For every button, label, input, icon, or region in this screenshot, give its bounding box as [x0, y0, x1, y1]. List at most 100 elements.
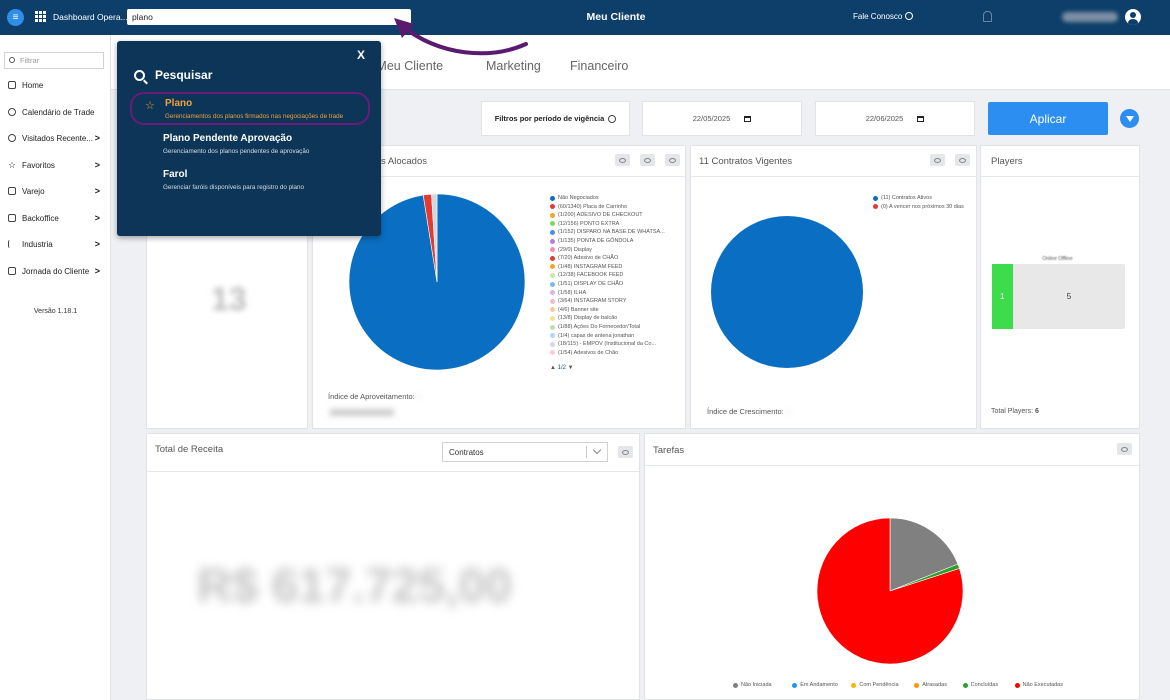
legend-item[interactable]: (60/1340) Placa de Carrinho: [550, 204, 627, 210]
legend-dot: [851, 682, 857, 688]
legend-item[interactable]: (4/6) Banner site: [550, 307, 599, 313]
legend-label: (3/64) INSTAGRAM STORY: [558, 298, 627, 305]
sidebar-item-label: Varejo: [22, 186, 45, 196]
legend-label: (60/1340) Placa de Carrinho: [558, 203, 628, 210]
sidebar: Filtrar Home Calendário de Trade Visitad…: [0, 35, 111, 700]
top-bar: ≡ Dashboard Opera... Meu Cliente Fale Co…: [0, 0, 1170, 35]
star-icon[interactable]: ☆: [145, 99, 155, 112]
legend-item[interactable]: (1/135) PONTA DE GÔNDOLA: [550, 238, 633, 244]
legend-item[interactable]: (1/58) ILHA: [550, 290, 586, 296]
legend-item[interactable]: (1/51) DISPLAY DE CHÃO: [550, 281, 623, 287]
legend-label: (7/20) Adesivo de CHÃO: [558, 255, 619, 262]
clock-icon: [8, 108, 16, 116]
sidebar-item-visitados[interactable]: Visitados Recente... >: [8, 131, 108, 145]
card-total-receita: Total de Receita R$ 617.725,00: [146, 433, 640, 700]
legend-dot: [873, 204, 878, 210]
sidebar-item-favoritos[interactable]: ☆ Favoritos >: [8, 158, 108, 172]
legend-item[interactable]: (11) Contratos Ativos: [873, 195, 932, 201]
sidebar-item-label: Backoffice: [22, 213, 59, 223]
sidebar-item-industria[interactable]: Industria >: [8, 237, 108, 251]
legend-item[interactable]: Atrasadas: [914, 682, 947, 688]
eye-icon[interactable]: [615, 154, 630, 166]
search-result-farol[interactable]: Farol Gerenciar faróis disponíveis para …: [130, 165, 370, 193]
sidebar-item-label: Home: [22, 80, 44, 90]
info-icon[interactable]: [608, 114, 617, 123]
legend-item[interactable]: (7/20) Adesivo de CHÃO: [550, 255, 618, 261]
search-result-plano[interactable]: ☆ Plano Gerenciamentos dos planos firmad…: [130, 92, 370, 125]
legend-dot: [550, 264, 555, 270]
sidebar-item-home[interactable]: Home: [8, 78, 108, 92]
legend-item[interactable]: (29/0) Display: [550, 247, 592, 253]
legend-item[interactable]: (1/88) Ações Do Fornecedor/Total: [550, 324, 640, 330]
legend-pager[interactable]: ▲ 1/2 ▼: [550, 365, 574, 371]
legend-label: Não Executadas: [1022, 682, 1063, 688]
result-title: Plano Pendente Aprovação: [163, 133, 293, 144]
eye-icon[interactable]: [665, 154, 680, 166]
eye-icon[interactable]: [640, 154, 655, 166]
card-title: Total de Receita: [155, 444, 224, 455]
eye-icon[interactable]: [618, 446, 633, 458]
menu-icon[interactable]: ≡: [7, 9, 24, 26]
eye-icon[interactable]: [955, 154, 970, 166]
filter-funnel-icon[interactable]: [1120, 109, 1139, 128]
legend-item[interactable]: (13/8) Display de balcão: [550, 315, 617, 321]
legend-label: (1/152) DISPARO NA BASE DE WHATSA...: [558, 229, 665, 236]
building-icon: [8, 214, 16, 222]
legend-dot: [914, 682, 920, 688]
sidebar-item-label: Calendário de Trade: [22, 107, 95, 117]
annotation-arrow: [394, 18, 528, 56]
divider: [645, 465, 1139, 466]
legend-item[interactable]: (12/38) FACEBOOK FEED: [550, 272, 623, 278]
search-input[interactable]: [127, 9, 411, 25]
legend-item[interactable]: (1/4) capas de antena jonathan: [550, 333, 634, 339]
dashboard-selector[interactable]: Dashboard Opera...: [53, 12, 128, 22]
legend-item[interactable]: (12/156) PONTO EXTRA: [550, 221, 619, 227]
date-start-field[interactable]: 22/05/2025: [642, 101, 802, 136]
legend-item[interactable]: Em Andamento: [792, 682, 838, 688]
legend-item[interactable]: (3/64) INSTAGRAM STORY: [550, 298, 626, 304]
app-title: Meu Cliente: [586, 11, 646, 23]
legend-dot: [792, 682, 798, 688]
contact-label: Fale Conosco: [853, 12, 903, 21]
legend-item[interactable]: (1/200) ADESIVO DE CHECKOUT: [550, 212, 643, 218]
user-avatar-icon[interactable]: [1125, 9, 1141, 25]
close-icon[interactable]: X: [357, 48, 365, 62]
apps-grid-icon[interactable]: [35, 11, 46, 22]
legend-item[interactable]: (1/152) DISPARO NA BASE DE WHATSA...: [550, 229, 665, 235]
receita-select[interactable]: Contratos: [442, 442, 608, 462]
tab-financeiro[interactable]: Financeiro: [570, 59, 628, 73]
sidebar-item-calendario[interactable]: Calendário de Trade: [8, 105, 108, 119]
date-end-field[interactable]: 22/06/2025: [815, 101, 975, 136]
divider: [147, 471, 639, 472]
legend-item[interactable]: Concluídas: [962, 682, 999, 688]
sidebar-filter-input[interactable]: Filtrar: [4, 52, 104, 69]
legend-item[interactable]: Não Iniciada: [733, 682, 772, 688]
chevron-right-icon: >: [94, 160, 100, 170]
apply-button[interactable]: Aplicar: [988, 102, 1108, 135]
legend-item[interactable]: Não Negociados: [550, 195, 599, 201]
select-separator: [586, 446, 587, 458]
legend-label: Em Andamento: [800, 682, 838, 688]
legend-label: Concluídas: [970, 682, 999, 688]
sidebar-item-backoffice[interactable]: Backoffice >: [8, 211, 108, 225]
user-name-blurred: [1062, 12, 1118, 22]
bell-icon[interactable]: [983, 11, 992, 22]
legend-item[interactable]: (1/54) Adesivos de Chão: [550, 350, 618, 356]
legend-item[interactable]: Com Pendência: [851, 682, 899, 688]
search-result-plano-pendente[interactable]: Plano Pendente Aprovação Gerenciamento d…: [130, 129, 370, 157]
legend-item[interactable]: Não Executadas: [1014, 682, 1063, 688]
pie-slice[interactable]: [711, 216, 863, 368]
contact-link[interactable]: Fale Conosco: [853, 12, 914, 21]
legend-item[interactable]: (1/48) INSTAGRAM FEED: [550, 264, 622, 270]
sidebar-item-varejo[interactable]: Varejo >: [8, 184, 108, 198]
legend-item[interactable]: (0) A vencer nos próximos 30 dias: [873, 204, 964, 210]
eye-icon[interactable]: [930, 154, 945, 166]
legend-item[interactable]: (18/115) - EMPOV (Institucional da Co...: [550, 341, 656, 347]
home-icon: [8, 81, 16, 89]
card-title: 11 Contratos Vigentes: [699, 156, 793, 167]
filter-placeholder: Filtrar: [20, 56, 40, 65]
sidebar-item-jornada[interactable]: Jornada do Cliente >: [8, 264, 108, 278]
calendar-icon[interactable]: [744, 115, 752, 122]
eye-icon[interactable]: [1117, 443, 1132, 455]
calendar-icon[interactable]: [917, 115, 925, 122]
